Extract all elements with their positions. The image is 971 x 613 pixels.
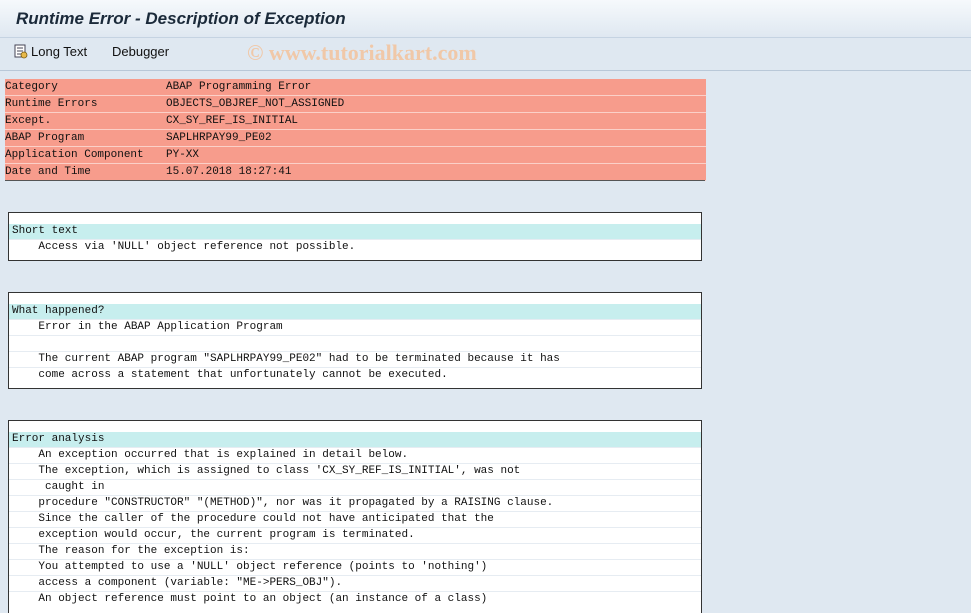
- text-line: The exception, which is assigned to clas…: [9, 463, 701, 479]
- what-happened-section: What happened? Error in the ABAP Applica…: [8, 292, 702, 389]
- text-line: Access via 'NULL' object reference not p…: [9, 239, 701, 255]
- text-line: come across a statement that unfortunate…: [9, 367, 701, 383]
- header-key: Category: [5, 81, 58, 93]
- long-text-icon: [13, 44, 28, 59]
- header-key: Except.: [5, 115, 52, 127]
- debugger-label: Debugger: [112, 44, 170, 59]
- text-line: [9, 335, 701, 351]
- title-bar: Runtime Error - Description of Exception: [0, 0, 971, 38]
- long-text-label: Long Text: [31, 44, 88, 59]
- long-text-button[interactable]: Long Text: [13, 44, 87, 59]
- header-row: ABAP Program SAPLHRPAY99_PE02: [5, 130, 706, 147]
- error-header-table: Category ABAP Programming Error Runtime E…: [5, 79, 706, 181]
- text-line: You attempted to use a 'NULL' object ref…: [9, 559, 701, 575]
- header-value: OBJECTS_OBJREF_NOT_ASSIGNED: [166, 98, 345, 110]
- text-line: Error in the ABAP Application Program: [9, 319, 701, 335]
- error-analysis-section: Error analysis An exception occurred tha…: [8, 420, 702, 613]
- text-line: procedure "CONSTRUCTOR" "(METHOD)", nor …: [9, 495, 701, 511]
- window-title: Runtime Error - Description of Exception: [16, 9, 346, 28]
- header-row: Except. CX_SY_REF_IS_INITIAL: [5, 113, 706, 130]
- header-key: Date and Time: [5, 166, 91, 178]
- header-row: Application Component PY-XX: [5, 147, 706, 164]
- text-line: The current ABAP program "SAPLHRPAY99_PE…: [9, 351, 701, 367]
- text-line: Since the caller of the procedure could …: [9, 511, 701, 527]
- section-heading: What happened?: [9, 304, 701, 319]
- header-value: SAPLHRPAY99_PE02: [166, 132, 272, 144]
- header-value: CX_SY_REF_IS_INITIAL: [166, 115, 299, 127]
- section-heading: Error analysis: [9, 432, 701, 447]
- text-line: An exception occurred that is explained …: [9, 447, 701, 463]
- text-line: exception would occur, the current progr…: [9, 527, 701, 543]
- header-key: ABAP Program: [5, 132, 85, 144]
- header-row: Category ABAP Programming Error: [5, 79, 706, 96]
- header-key: Runtime Errors: [5, 98, 98, 110]
- short-text-section: Short text Access via 'NULL' object refe…: [8, 212, 702, 261]
- section-heading: Short text: [9, 224, 701, 239]
- debugger-button[interactable]: Debugger: [112, 44, 169, 59]
- text-line: access a component (variable: "ME->PERS_…: [9, 575, 701, 591]
- header-row: Date and Time 15.07.2018 18:27:41: [5, 164, 706, 181]
- application-toolbar: Long Text Debugger © www.tutorialkart.co…: [0, 38, 971, 71]
- header-row: Runtime Errors OBJECTS_OBJREF_NOT_ASSIGNE…: [5, 96, 706, 113]
- text-line: The reason for the exception is:: [9, 543, 701, 559]
- text-line: caught in: [9, 479, 701, 495]
- divider: [5, 180, 705, 181]
- header-value: PY-XX: [166, 149, 200, 161]
- header-key: Application Component: [5, 149, 144, 161]
- header-value: 15.07.2018 18:27:41: [166, 166, 292, 178]
- text-line: An object reference must point to an obj…: [9, 591, 701, 607]
- watermark: © www.tutorialkart.com: [247, 40, 477, 65]
- header-value: ABAP Programming Error: [166, 81, 312, 93]
